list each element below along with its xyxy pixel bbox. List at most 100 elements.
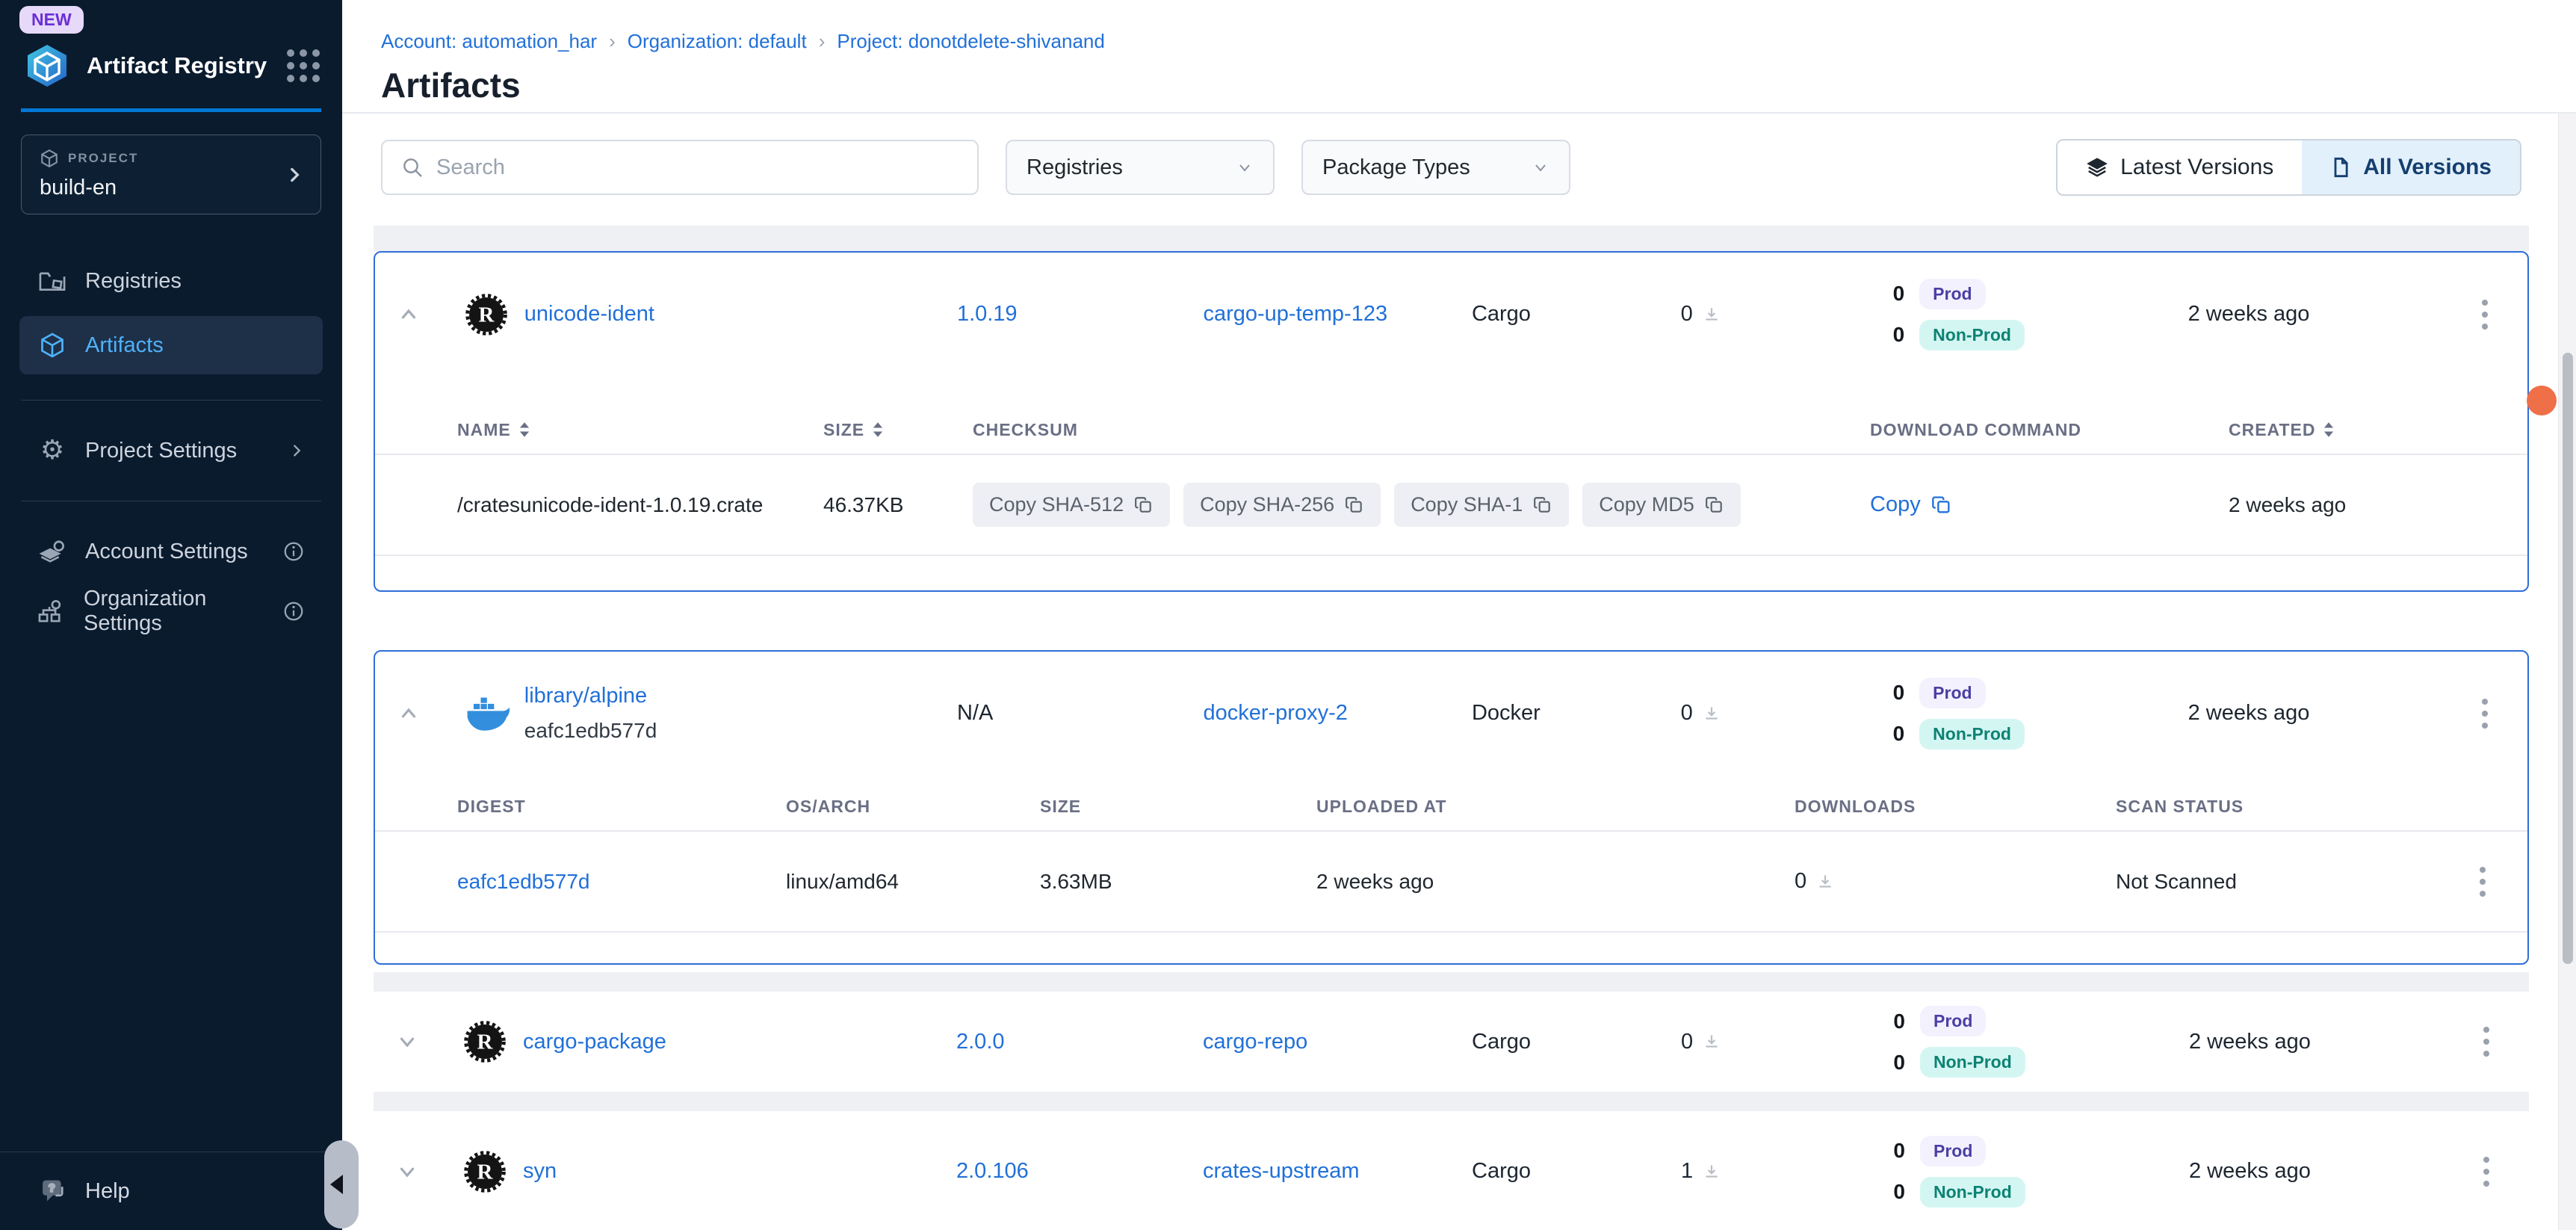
all-versions-button[interactable]: All Versions <box>2302 140 2520 194</box>
gear-icon: ⚙ <box>37 437 67 464</box>
app-grid-icon[interactable] <box>287 49 320 82</box>
project-cube-icon <box>40 149 59 168</box>
list-gap <box>374 1092 2529 1111</box>
col-checksum: CHECKSUM <box>973 420 1078 440</box>
expand-chevron-icon[interactable] <box>396 1161 463 1183</box>
digest-link[interactable]: eafc1edb577d <box>457 870 590 893</box>
scrollbar-track[interactable] <box>2558 114 2576 1230</box>
artifact-row: R syn 2.0.106 crates-upstream Cargo 1 0P… <box>374 1111 2529 1230</box>
sort-icon[interactable] <box>2323 421 2335 438</box>
artifact-version-link[interactable]: 2.0.106 <box>956 1159 1029 1183</box>
copy-md5-button[interactable]: Copy MD5 <box>1582 483 1741 527</box>
copy-sha1-button[interactable]: Copy SHA-1 <box>1394 483 1569 527</box>
file-icon <box>2330 156 2351 179</box>
digest-scan-status: Not Scanned <box>2116 870 2460 894</box>
col-size: SIZE <box>1040 797 1081 817</box>
collapse-chevron-icon[interactable] <box>397 702 465 725</box>
sidebar-item-artifacts[interactable]: Artifacts <box>19 316 323 374</box>
kebab-menu-icon[interactable] <box>2477 694 2492 733</box>
all-versions-label: All Versions <box>2363 155 2492 180</box>
package-types-filter-dropdown[interactable]: Package Types <box>1301 140 1570 195</box>
sidebar-item-account-settings[interactable]: Account Settings <box>19 527 323 576</box>
artifact-name-link[interactable]: syn <box>523 1159 557 1183</box>
artifact-registry-link[interactable]: crates-upstream <box>1203 1159 1360 1183</box>
artifact-created: 2 weeks ago <box>2189 1030 2465 1054</box>
digest-download-count: 0 <box>1795 869 1806 894</box>
expand-chevron-icon[interactable] <box>396 1030 463 1053</box>
digest-os-arch: linux/amd64 <box>786 870 1040 894</box>
copy-icon <box>1134 495 1154 515</box>
project-selector[interactable]: PROJECT build-en <box>21 135 321 214</box>
chevron-down-icon <box>1236 158 1254 176</box>
latest-versions-label: Latest Versions <box>2120 155 2273 180</box>
artifact-registry-link[interactable]: cargo-up-temp-123 <box>1203 302 1387 326</box>
artifact-type: Cargo <box>1472 1159 1681 1184</box>
nonprod-count: 0 <box>1890 1180 1905 1204</box>
prod-badge: Prod <box>1919 678 1985 708</box>
prod-badge: Prod <box>1920 1136 1986 1166</box>
download-count: 1 <box>1681 1159 1693 1184</box>
svg-text:R: R <box>477 1160 494 1184</box>
copy-sha1-label: Copy SHA-1 <box>1411 493 1523 516</box>
artifact-created: 2 weeks ago <box>2189 1159 2465 1184</box>
list-gap <box>374 972 2529 992</box>
search-input[interactable] <box>436 155 959 180</box>
copy-sha256-button[interactable]: Copy SHA-256 <box>1183 483 1381 527</box>
artifact-row: R unicode-ident 1.0.19 cargo-up-temp-123… <box>375 253 2527 376</box>
sidebar-item-project-settings[interactable]: ⚙ Project Settings <box>19 426 323 475</box>
latest-versions-button[interactable]: Latest Versions <box>2058 140 2302 194</box>
account-settings-layers-icon <box>37 538 67 565</box>
registries-filter-dropdown[interactable]: Registries <box>1006 140 1275 195</box>
breadcrumb-organization-link[interactable]: Organization: default <box>628 30 807 53</box>
versions-toggle-group: Latest Versions All Versions <box>2056 139 2521 196</box>
prod-count: 0 <box>1889 282 1904 306</box>
cargo-rust-icon: R <box>463 1150 523 1193</box>
download-icon <box>1702 305 1721 324</box>
sort-icon[interactable] <box>518 421 530 438</box>
kebab-menu-icon[interactable] <box>2479 1022 2494 1061</box>
scrollbar-thumb[interactable] <box>2563 353 2573 964</box>
sidebar-item-registries[interactable]: Registries <box>19 256 323 306</box>
collapse-left-arrow-icon <box>330 1175 343 1194</box>
accent-rule <box>21 108 321 112</box>
copy-sha512-button[interactable]: Copy SHA-512 <box>973 483 1170 527</box>
sidebar-nav: Registries Artifacts ⚙ Project Settings <box>0 256 342 636</box>
copy-icon <box>1931 495 1952 516</box>
artifact-version-link[interactable]: 2.0.0 <box>956 1030 1005 1054</box>
search-box[interactable] <box>381 140 979 195</box>
organization-settings-icon <box>37 598 66 625</box>
file-name: /cratesunicode-ident-1.0.19.crate <box>457 493 823 517</box>
sidebar-item-organization-settings[interactable]: Organization Settings <box>19 587 323 636</box>
prod-count: 0 <box>1890 1010 1905 1033</box>
col-created: CREATED <box>2229 420 2315 440</box>
digest-size: 3.63MB <box>1040 870 1316 894</box>
nonprod-badge: Non-Prod <box>1920 1177 2025 1208</box>
kebab-menu-icon[interactable] <box>2477 295 2492 334</box>
artifact-name-link[interactable]: library/alpine <box>524 684 647 708</box>
artifact-registry-link[interactable]: docker-proxy-2 <box>1203 701 1347 725</box>
artifact-version-link[interactable]: 1.0.19 <box>957 302 1018 326</box>
col-name: NAME <box>457 420 511 440</box>
download-icon <box>1702 1162 1721 1181</box>
breadcrumb-account-link[interactable]: Account: automation_har <box>381 30 597 53</box>
copy-download-command-link[interactable]: Copy <box>1870 492 2229 517</box>
artifact-name-link[interactable]: unicode-ident <box>524 302 654 326</box>
kebab-menu-icon[interactable] <box>2475 862 2490 901</box>
nonprod-count: 0 <box>1889 722 1904 746</box>
artifact-row: library/alpine eafc1edb577d N/A docker-p… <box>375 652 2527 775</box>
sidebar-item-label: Registries <box>85 269 182 294</box>
col-size: SIZE <box>823 420 864 440</box>
svg-text:?: ? <box>49 1183 55 1195</box>
sidebar-item-help[interactable]: ? Help <box>0 1152 342 1230</box>
prod-badge: Prod <box>1920 1006 1986 1036</box>
artifact-registry-link[interactable]: cargo-repo <box>1203 1030 1307 1054</box>
sidebar-collapse-handle[interactable] <box>324 1140 359 1229</box>
collapse-chevron-icon[interactable] <box>397 303 465 326</box>
file-size: 46.37KB <box>823 493 973 517</box>
nonprod-count: 0 <box>1889 323 1904 347</box>
copy-icon <box>1345 495 1364 515</box>
breadcrumb-project-link[interactable]: Project: donotdelete-shivanand <box>837 30 1104 53</box>
artifact-name-link[interactable]: cargo-package <box>523 1030 666 1054</box>
kebab-menu-icon[interactable] <box>2479 1152 2494 1191</box>
sort-icon[interactable] <box>872 421 884 438</box>
